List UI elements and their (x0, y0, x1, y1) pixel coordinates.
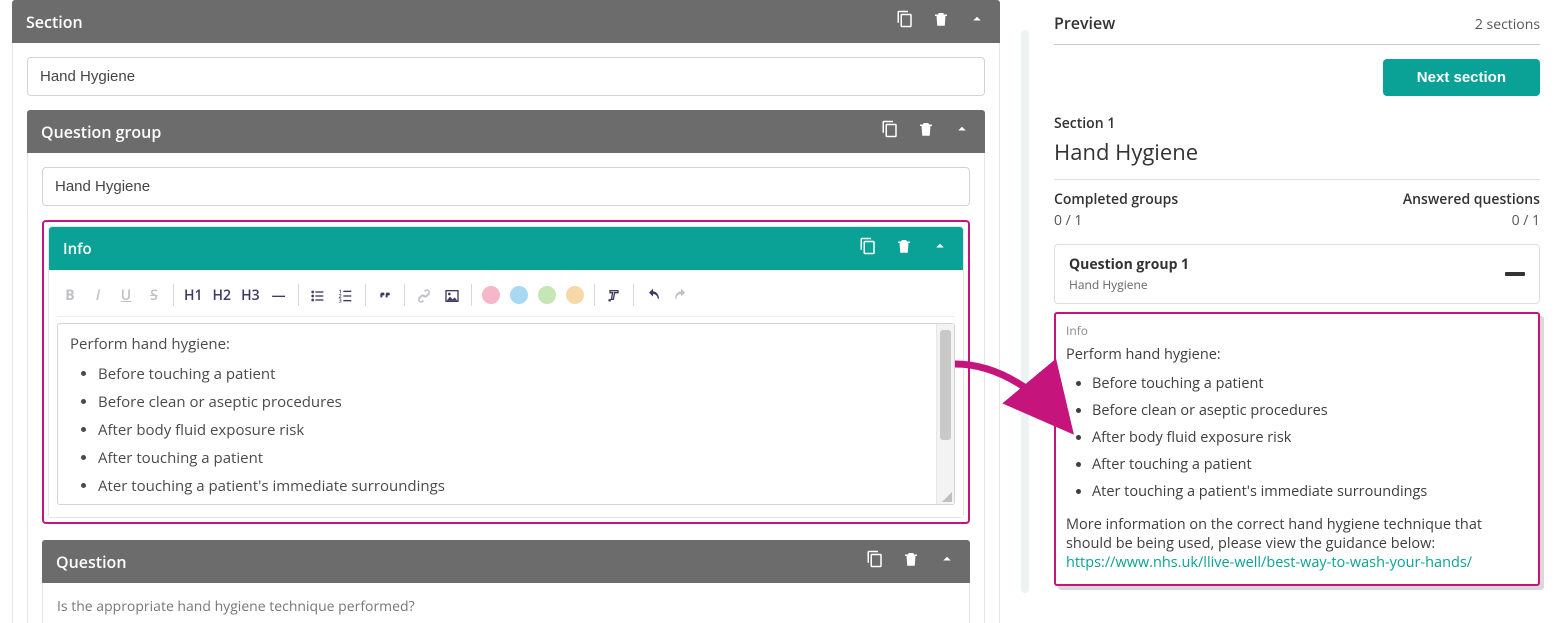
clear-format-button[interactable] (605, 286, 623, 305)
bold-button[interactable]: B (61, 286, 79, 305)
pane-resizer[interactable] (1010, 0, 1040, 623)
section-header-title: Section (26, 11, 896, 33)
list-item: After body fluid exposure risk (1092, 424, 1528, 451)
color-green[interactable] (538, 286, 556, 304)
preview-sections-count: 2 sections (1475, 15, 1540, 34)
preview-section-number: Section 1 (1054, 114, 1540, 133)
color-blue[interactable] (510, 286, 528, 304)
completed-groups-value: 0 / 1 (1054, 211, 1178, 230)
trash-icon[interactable] (902, 550, 920, 573)
question-header-title: Question (56, 551, 866, 573)
completed-groups-label: Completed groups (1054, 190, 1178, 209)
copy-icon[interactable] (896, 10, 914, 33)
list-item: Ater touching a patient's immediate surr… (1092, 478, 1528, 505)
trash-icon[interactable] (932, 10, 950, 33)
preview-qg-toggle[interactable]: Question group 1 Hand Hygiene (1055, 245, 1539, 303)
color-orange[interactable] (566, 286, 584, 304)
preview-info-intro: Perform hand hygiene: (1066, 345, 1528, 364)
question-group-panel: Question group In (27, 110, 985, 623)
section-title-input[interactable] (27, 57, 985, 96)
preview-qg-title: Question group 1 (1069, 255, 1189, 274)
rich-text-editor[interactable]: Perform hand hygiene: Before touching a … (57, 323, 955, 505)
preview-label: Preview (1054, 12, 1115, 34)
editor-pane: Section Question group (0, 0, 1010, 623)
preview-info-label: Info (1066, 322, 1528, 339)
ol-button[interactable]: 123 (337, 286, 355, 305)
answered-questions-label: Answered questions (1403, 190, 1540, 209)
preview-info-card: Info Perform hand hygiene: Before touchi… (1054, 312, 1540, 586)
chevron-up-icon[interactable] (968, 10, 986, 33)
italic-button[interactable]: I (89, 286, 107, 305)
copy-icon[interactable] (866, 550, 884, 573)
question-panel: Question Is the appropriate hand hygiene… (42, 540, 970, 623)
copy-icon[interactable] (881, 120, 899, 143)
list-item: After touching a patient (1092, 451, 1528, 478)
question-group-title-input[interactable] (42, 167, 970, 206)
list-item: Before clean or aseptic procedures (1092, 397, 1528, 424)
link-button[interactable] (415, 286, 433, 305)
list-item: Ater touching a patient's immediate surr… (98, 472, 924, 500)
info-block-highlight: Info B (42, 220, 970, 524)
chevron-up-icon[interactable] (931, 237, 949, 260)
section-header: Section (12, 0, 1000, 43)
quote-button[interactable] (376, 286, 394, 305)
list-item: After body fluid exposure risk (98, 416, 924, 444)
collapse-icon (1505, 272, 1525, 276)
editor-bullet-list: Before touching a patientBefore clean or… (98, 360, 924, 500)
question-group-header-title: Question group (41, 121, 881, 143)
list-item: Before touching a patient (1092, 370, 1528, 397)
editor-scrollbar[interactable] (936, 324, 954, 504)
chevron-up-icon[interactable] (938, 550, 956, 573)
info-header: Info (49, 227, 963, 270)
rich-text-toolbar: B I U S H1 H2 H3 — (57, 278, 955, 317)
copy-icon[interactable] (859, 237, 877, 260)
hr-button[interactable]: — (270, 286, 288, 305)
question-header: Question (42, 540, 970, 583)
preview-info-bullets: Before touching a patientBefore clean or… (1092, 370, 1528, 505)
svg-text:3: 3 (338, 296, 341, 303)
preview-section-title: Hand Hygiene (1054, 137, 1540, 167)
list-item: After touching a patient (98, 444, 924, 472)
list-item: Before clean or aseptic procedures (98, 388, 924, 416)
strike-button[interactable]: S (145, 286, 163, 305)
next-section-button[interactable]: Next section (1383, 59, 1540, 96)
ul-button[interactable] (309, 286, 327, 305)
answered-questions-value: 0 / 1 (1403, 211, 1540, 230)
h3-button[interactable]: H3 (241, 286, 260, 305)
preview-pane: Preview 2 sections Next section Section … (1040, 0, 1554, 623)
question-text: Is the appropriate hand hygiene techniqu… (57, 597, 415, 616)
color-pink[interactable] (482, 286, 500, 304)
image-button[interactable] (443, 286, 461, 305)
preview-qg-subtitle: Hand Hygiene (1069, 276, 1189, 293)
preview-info-link[interactable]: https://www.nhs.uk/llive-well/best-way-t… (1066, 553, 1472, 572)
chevron-up-icon[interactable] (953, 120, 971, 143)
underline-button[interactable]: U (117, 286, 135, 305)
h1-button[interactable]: H1 (184, 286, 203, 305)
h2-button[interactable]: H2 (213, 286, 232, 305)
preview-question-group-card: Question group 1 Hand Hygiene (1054, 244, 1540, 304)
preview-info-moretext: More information on the correct hand hyg… (1066, 515, 1528, 553)
redo-button[interactable] (672, 286, 690, 305)
list-item: Before touching a patient (98, 360, 924, 388)
section-panel: Section Question group (12, 0, 1000, 623)
trash-icon[interactable] (895, 237, 913, 260)
info-header-title: Info (63, 239, 859, 259)
question-group-header: Question group (27, 110, 985, 153)
undo-button[interactable] (644, 286, 662, 305)
editor-intro-line: Perform hand hygiene: (70, 334, 924, 354)
trash-icon[interactable] (917, 120, 935, 143)
